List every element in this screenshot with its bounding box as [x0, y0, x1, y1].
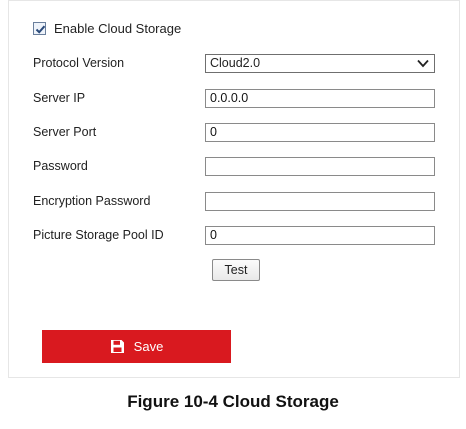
picture-storage-pool-id-input[interactable]: 0 — [205, 225, 435, 245]
encryption-password-row: Encryption Password — [33, 191, 445, 211]
protocol-version-select[interactable]: Cloud2.0 — [205, 53, 435, 73]
protocol-version-row: Protocol Version Cloud2.0 — [33, 53, 445, 73]
server-port-row: Server Port 0 — [33, 122, 445, 142]
enable-cloud-storage-row[interactable]: Enable Cloud Storage — [33, 21, 181, 36]
server-ip-input[interactable]: 0.0.0.0 — [205, 88, 435, 108]
picture-storage-pool-id-row: Picture Storage Pool ID 0 — [33, 225, 445, 245]
protocol-version-value: Cloud2.0 — [210, 55, 261, 70]
figure-caption: Figure 10-4 Cloud Storage — [127, 392, 339, 411]
password-label: Password — [33, 159, 88, 173]
chevron-down-icon — [417, 59, 429, 67]
cloud-storage-panel: Enable Cloud Storage Protocol Version Cl… — [8, 0, 460, 378]
server-port-input[interactable]: 0 — [205, 122, 435, 142]
test-button[interactable]: Test — [212, 259, 260, 281]
checkmark-icon — [35, 25, 46, 34]
encryption-password-label: Encryption Password — [33, 194, 151, 208]
save-button[interactable]: Save — [42, 330, 231, 363]
password-row: Password — [33, 156, 445, 176]
server-ip-label: Server IP — [33, 91, 86, 105]
protocol-version-label: Protocol Version — [33, 56, 125, 70]
encryption-password-input[interactable] — [205, 191, 435, 211]
server-port-label: Server Port — [33, 125, 97, 139]
server-ip-row: Server IP 0.0.0.0 — [33, 88, 445, 108]
enable-cloud-storage-checkbox[interactable] — [33, 22, 46, 35]
save-label: Save — [133, 339, 164, 354]
save-icon — [110, 340, 124, 353]
password-input[interactable] — [205, 156, 435, 176]
enable-cloud-storage-label: Enable Cloud Storage — [54, 21, 182, 36]
picture-storage-pool-id-label: Picture Storage Pool ID — [33, 228, 164, 242]
